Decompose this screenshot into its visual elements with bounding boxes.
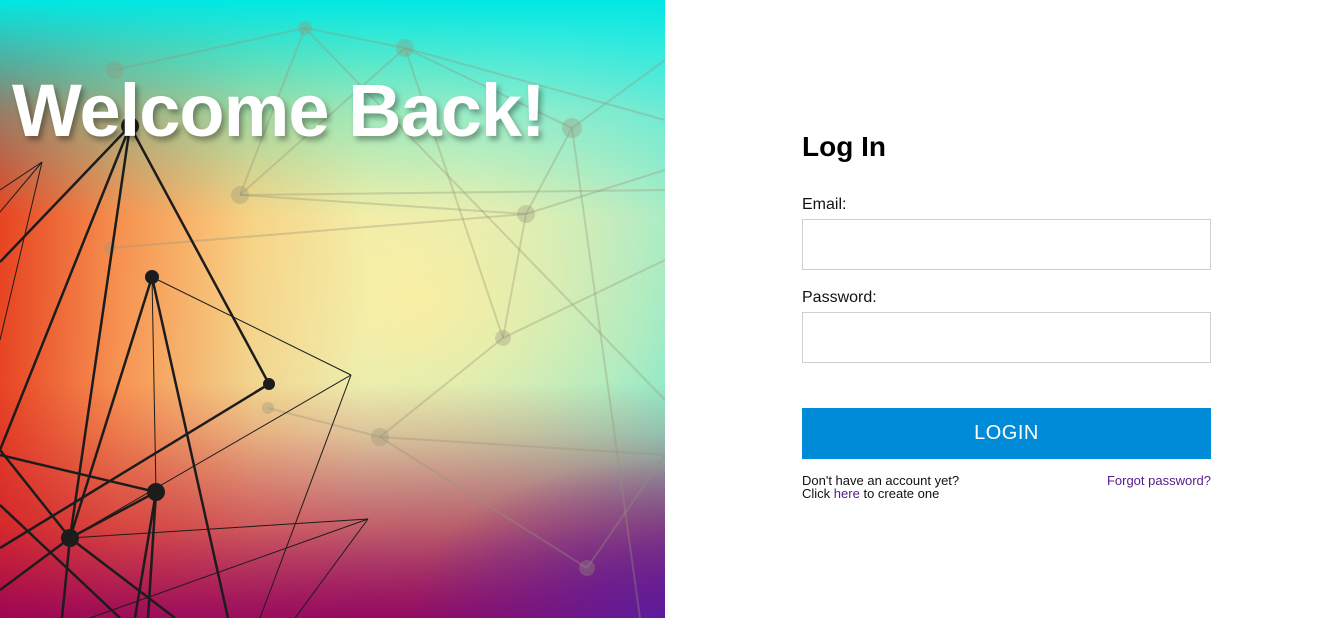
login-form: Log In Email: Password: LOGIN Don't have… — [802, 128, 1212, 500]
password-label: Password: — [802, 289, 877, 306]
email-input[interactable] — [802, 219, 1211, 270]
login-heading: Log In — [802, 131, 886, 162]
create-text: to create one — [863, 486, 940, 501]
email-label: Email: — [802, 196, 847, 213]
login-page: Welcome Back! Log In Email: Password: LO… — [0, 0, 1329, 618]
hero-title: Welcome Back! — [12, 69, 546, 152]
create-account-link[interactable]: here — [834, 486, 860, 501]
click-text: Click — [802, 486, 831, 501]
create-account-line: Click here to create one — [802, 487, 1211, 500]
hero-panel: Welcome Back! — [0, 0, 665, 618]
login-button[interactable]: LOGIN — [802, 408, 1211, 459]
forgot-password-link[interactable]: Forgot password? — [1107, 474, 1211, 487]
login-panel: Log In Email: Password: LOGIN Don't have… — [665, 0, 1329, 618]
password-input[interactable] — [802, 312, 1211, 363]
form-footer: Don't have an account yet? Click here to… — [802, 474, 1211, 500]
